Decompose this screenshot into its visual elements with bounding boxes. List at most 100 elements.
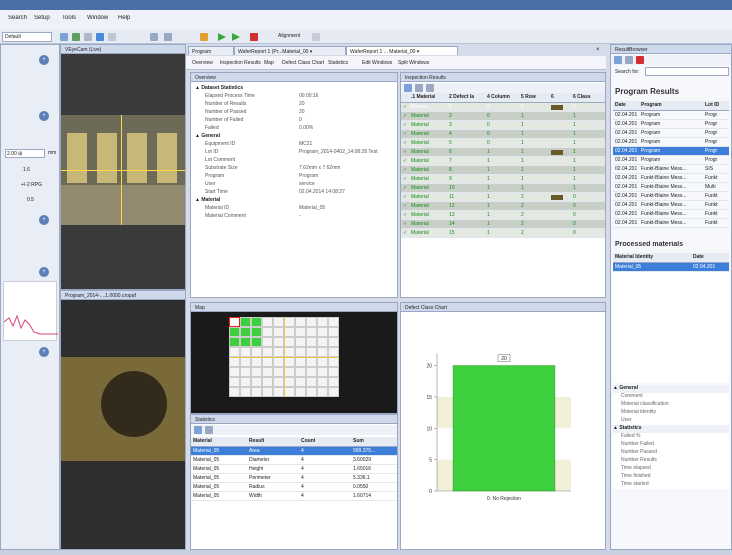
menu-tools[interactable]: Tools	[62, 15, 76, 21]
field-value-input[interactable]: 2.00 ⊞	[5, 149, 45, 158]
map-die[interactable]	[284, 347, 295, 357]
map-die[interactable]	[240, 387, 251, 397]
row-checkbox[interactable]: ✓	[403, 194, 409, 200]
column-header[interactable]: Result	[249, 437, 264, 446]
map-die[interactable]	[317, 377, 328, 387]
map-die[interactable]	[295, 317, 306, 327]
program-result-row[interactable]: 02.04.201 Funkt-Blaine Mess... SIS	[613, 165, 729, 174]
map-die[interactable]	[229, 377, 240, 387]
map-die[interactable]	[262, 337, 273, 347]
pin-icon[interactable]: +	[39, 111, 49, 121]
map-die[interactable]	[262, 327, 273, 337]
row-checkbox[interactable]: ✓	[403, 140, 409, 146]
inspection-row[interactable]: Material 7 1 1 1 ✓	[401, 157, 605, 166]
map-die[interactable]	[317, 337, 328, 347]
tab-map[interactable]: Map	[264, 60, 274, 66]
map-die[interactable]	[273, 377, 284, 387]
map-die[interactable]	[251, 317, 262, 327]
map-die[interactable]	[251, 357, 262, 367]
map-die[interactable]	[229, 327, 240, 337]
map-die[interactable]	[328, 387, 339, 397]
program-result-row[interactable]: 02.04.201 Program Progr	[613, 147, 729, 156]
map-die[interactable]	[273, 327, 284, 337]
map-die[interactable]	[229, 347, 240, 357]
open-icon[interactable]	[60, 33, 68, 41]
row-checkbox[interactable]: ✓	[403, 131, 409, 137]
statistics-row[interactable]: Material_05 Diameter 4 3.60029	[191, 456, 397, 465]
map-die[interactable]	[295, 337, 306, 347]
column-header[interactable]: Lot ID	[705, 101, 719, 110]
inspection-row[interactable]: Material 15 1 2 0 ✓	[401, 229, 605, 238]
refresh-icon[interactable]	[614, 56, 622, 64]
map-die[interactable]	[317, 387, 328, 397]
row-checkbox[interactable]: ✓	[403, 113, 409, 119]
row-checkbox[interactable]: ✓	[403, 176, 409, 182]
map-die[interactable]	[306, 327, 317, 337]
map-die[interactable]	[229, 337, 240, 347]
map-die[interactable]	[240, 337, 251, 347]
map-die[interactable]	[251, 347, 262, 357]
layout-icon[interactable]	[150, 33, 158, 41]
inspection-row[interactable]: Material 13 1 2 0 ✓	[401, 211, 605, 220]
map-die[interactable]	[317, 347, 328, 357]
menu-window[interactable]: Window	[87, 15, 108, 21]
map-die[interactable]	[251, 387, 262, 397]
map-die[interactable]	[273, 367, 284, 377]
map-die[interactable]	[295, 387, 306, 397]
map-die[interactable]	[229, 367, 240, 377]
stop-icon[interactable]	[250, 33, 258, 41]
sort-icon[interactable]	[205, 426, 213, 434]
map-die[interactable]	[306, 317, 317, 327]
program-result-row[interactable]: 02.04.201 Program Progr	[613, 111, 729, 120]
settings-icon[interactable]	[84, 33, 92, 41]
map-die[interactable]	[262, 367, 273, 377]
program-result-row[interactable]: 02.04.201 Funkt-Blaine Mess... Funkt	[613, 201, 729, 210]
overview-group-header[interactable]: ▲ Dataset Statistics	[195, 85, 395, 93]
map-die[interactable]	[284, 327, 295, 337]
map-die[interactable]	[284, 367, 295, 377]
map-die[interactable]	[262, 377, 273, 387]
column-header[interactable]: 5 Row	[521, 93, 536, 102]
inspection-row[interactable]: Material 10 1 1 1 ✓	[401, 184, 605, 193]
column-header[interactable]: 2 Defect la	[449, 93, 474, 102]
program-result-row[interactable]: 02.04.201 Program Progr	[613, 156, 729, 165]
tab-program[interactable]: Program	[188, 46, 234, 55]
inspection-row[interactable]: Material 11 1 2 0 ✓	[401, 193, 605, 202]
inspection-row[interactable]: Material 12 1 2 0 ✓	[401, 202, 605, 211]
row-checkbox[interactable]: ✓	[403, 104, 409, 110]
sort-icon[interactable]	[415, 84, 423, 92]
map-die[interactable]	[317, 357, 328, 367]
tab-statistics[interactable]: Statistics	[328, 60, 348, 66]
statistics-row[interactable]: Material_05 Perimeter 4 5.336.1	[191, 474, 397, 483]
program-result-row[interactable]: 02.04.201 Program Progr	[613, 138, 729, 147]
property-group-header[interactable]: ▲ Statistics	[613, 425, 729, 433]
map-die[interactable]	[295, 367, 306, 377]
map-die[interactable]	[229, 357, 240, 367]
pin-icon[interactable]: +	[39, 215, 49, 225]
camera-icon[interactable]	[96, 33, 104, 41]
overview-group-header[interactable]: ▲ General	[195, 133, 395, 141]
menu-search[interactable]: Search	[8, 15, 27, 21]
map-die[interactable]	[295, 327, 306, 337]
map-die[interactable]	[262, 317, 273, 327]
column-header[interactable]: Date	[693, 253, 704, 262]
map-die[interactable]	[284, 317, 295, 327]
play-icon[interactable]	[218, 33, 226, 41]
map-die[interactable]	[262, 347, 273, 357]
map-die[interactable]	[251, 377, 262, 387]
map-die[interactable]	[328, 337, 339, 347]
tab-defect-class-chart[interactable]: Defect Class Chart	[282, 60, 324, 66]
map-die[interactable]	[262, 387, 273, 397]
map-die[interactable]	[240, 357, 251, 367]
column-header[interactable]: Material	[193, 437, 212, 446]
map-die[interactable]	[229, 387, 240, 397]
map-die[interactable]	[306, 387, 317, 397]
map-die[interactable]	[240, 317, 251, 327]
map-die[interactable]	[317, 327, 328, 337]
processed-material-row[interactable]: Material_05 02.04.201	[613, 263, 729, 272]
folder-icon[interactable]	[625, 56, 633, 64]
map-die[interactable]	[317, 367, 328, 377]
program-result-row[interactable]: 02.04.201 Funkt-Blaine Mess... Funkt	[613, 210, 729, 219]
pin-icon[interactable]: +	[39, 55, 49, 65]
statistics-row[interactable]: Material_05 Area 4 999.375...	[191, 447, 397, 456]
